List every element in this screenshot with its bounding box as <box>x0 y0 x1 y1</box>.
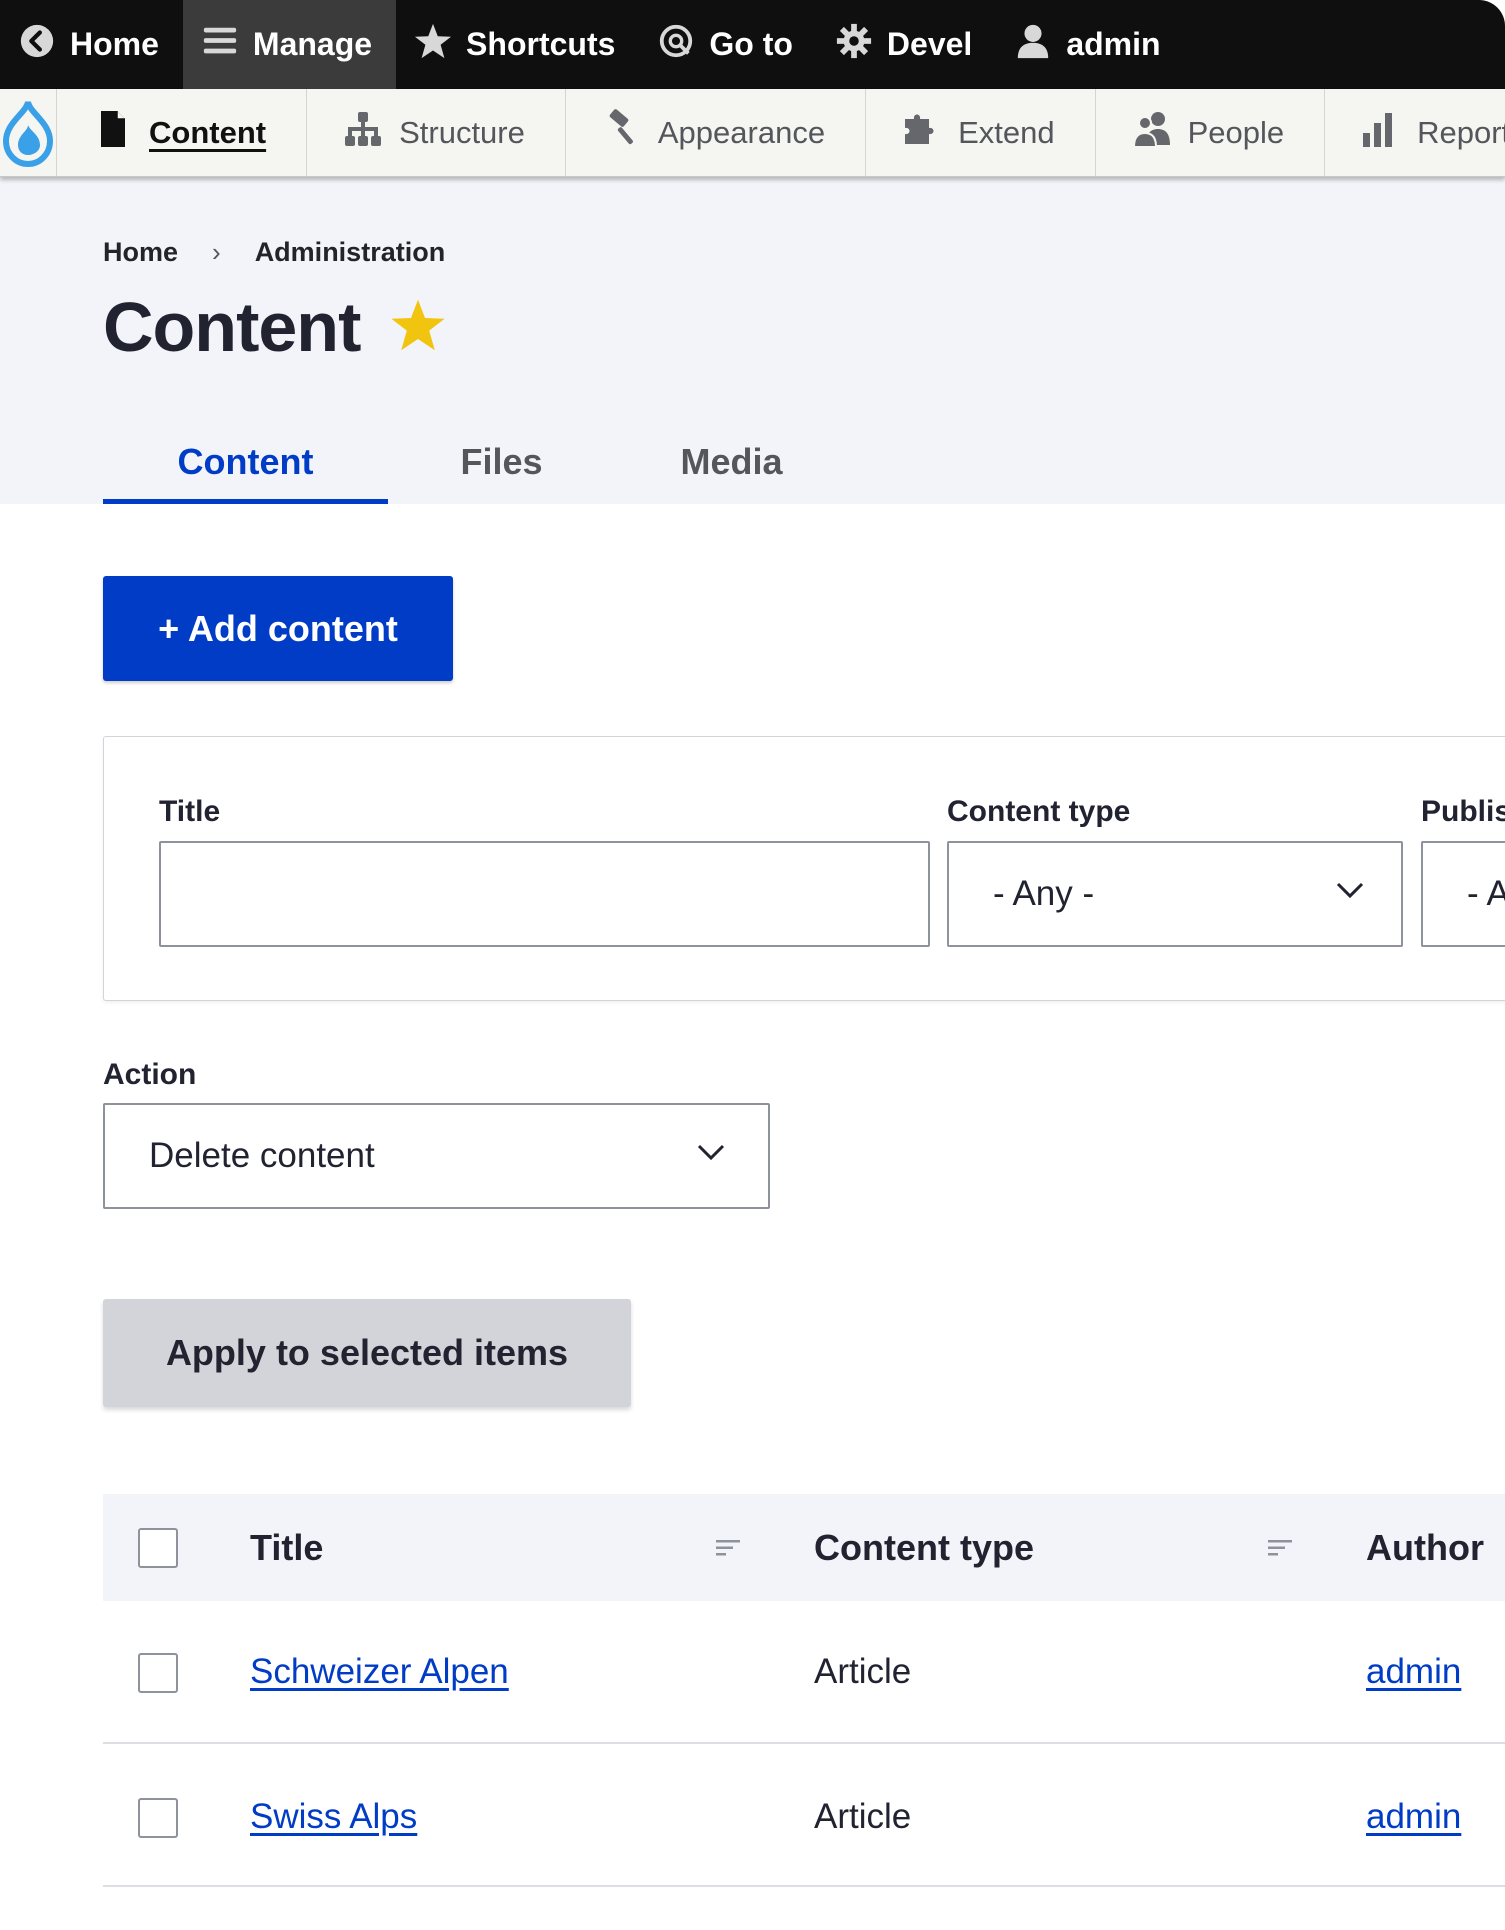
star-icon <box>414 22 452 68</box>
column-header-title[interactable]: Title <box>250 1527 323 1569</box>
breadcrumb-separator: › <box>212 237 221 267</box>
bar-chart-icon <box>1361 109 1401 157</box>
shortcut-star-icon[interactable] <box>390 297 446 358</box>
row-content-type: Article <box>814 1652 912 1691</box>
filter-title-label: Title <box>159 795 221 828</box>
tray-item-extend-label: Extend <box>958 114 1055 150</box>
back-circle-icon <box>18 22 56 68</box>
action-select-value: Delete content <box>149 1136 375 1175</box>
tray-item-appearance-label: Appearance <box>657 114 826 150</box>
tray-item-people-label: People <box>1187 114 1285 150</box>
sort-content-type-icon[interactable] <box>1267 1535 1293 1566</box>
chevron-down-icon <box>1333 873 1367 916</box>
row-content-type: Article <box>814 1797 912 1836</box>
toolbar-home-label: Home <box>70 26 159 62</box>
sort-title-icon[interactable] <box>715 1535 741 1566</box>
hamburger-menu-icon <box>201 22 239 68</box>
puzzle-icon <box>902 109 942 157</box>
tray-item-content[interactable]: Content <box>57 89 308 176</box>
row-author-link[interactable]: admin <box>1366 1652 1461 1691</box>
add-content-button[interactable]: + Add content <box>103 576 453 681</box>
gear-icon <box>835 22 873 68</box>
table-header-row: Title Content type Author <box>103 1494 1505 1601</box>
row-title-cell: Swiss Alps <box>250 1797 417 1837</box>
table-row: Swiss Alps Article admin <box>103 1744 1505 1887</box>
toolbar-devel-label: Devel <box>886 26 973 62</box>
filter-published-label: Publis <box>1421 795 1505 828</box>
user-icon <box>1014 22 1052 68</box>
row-author-cell: admin <box>1366 1652 1461 1692</box>
toolbar-manage[interactable]: Manage <box>182 0 397 89</box>
tray-item-reports-label: Reports <box>1417 114 1505 150</box>
people-icon <box>1132 109 1172 157</box>
table-row: Schweizer Alpen Article admin <box>103 1601 1505 1744</box>
breadcrumb-home[interactable]: Home <box>103 237 178 268</box>
row-author-cell: admin <box>1366 1797 1461 1837</box>
exposed-filters: Title Content type - Any - Publis - A <box>103 736 1505 1001</box>
filter-content-type-select[interactable]: - Any - <box>947 841 1403 947</box>
column-header-author[interactable]: Author <box>1366 1527 1484 1569</box>
tray-item-appearance[interactable]: Appearance <box>566 89 867 176</box>
tab-media[interactable]: Media <box>615 420 848 504</box>
page-header: Home › Administration Content Content Fi… <box>0 177 1505 504</box>
toolbar-devel[interactable]: Devel <box>817 0 996 89</box>
page-title-row: Content <box>103 287 446 367</box>
filter-published-value: - A <box>1467 874 1505 913</box>
tab-content[interactable]: Content <box>103 420 388 504</box>
page-title: Content <box>103 288 361 366</box>
admin-tray: Content Structure Appearance Extend Peop… <box>0 89 1505 177</box>
row-checkbox[interactable] <box>138 1653 178 1693</box>
action-label: Action <box>103 1058 197 1091</box>
row-author-link[interactable]: admin <box>1366 1797 1461 1836</box>
row-title-link[interactable]: Swiss Alps <box>250 1797 417 1836</box>
breadcrumb: Home › Administration <box>103 237 445 268</box>
toolbar-user-label: admin <box>1066 26 1161 62</box>
apply-to-selected-button[interactable]: Apply to selected items <box>103 1299 631 1407</box>
paint-roller-icon <box>602 108 642 157</box>
document-icon <box>93 109 133 157</box>
filter-content-type-label: Content type <box>947 795 1131 828</box>
column-header-content-type[interactable]: Content type <box>814 1527 1034 1569</box>
action-select[interactable]: Delete content <box>103 1103 770 1209</box>
toolbar-manage-label: Manage <box>252 26 373 62</box>
sitemap-icon <box>343 109 383 157</box>
toolbar-shortcuts[interactable]: Shortcuts <box>396 0 639 89</box>
filter-published-select[interactable]: - A <box>1421 841 1505 947</box>
row-title-cell: Schweizer Alpen <box>250 1652 509 1692</box>
toolbar-user[interactable]: admin <box>996 0 1184 89</box>
primary-tabs: Content Files Media <box>103 420 848 504</box>
filter-title-input[interactable] <box>159 841 930 947</box>
chevron-down-icon <box>694 1135 728 1178</box>
breadcrumb-administration[interactable]: Administration <box>255 237 446 268</box>
tray-item-structure[interactable]: Structure <box>307 89 566 176</box>
drupal-logo-icon[interactable] <box>0 89 57 176</box>
select-all-checkbox[interactable] <box>138 1528 178 1568</box>
search-icon <box>657 22 695 68</box>
tray-item-extend[interactable]: Extend <box>866 89 1096 176</box>
tray-item-content-label: Content <box>149 114 267 150</box>
tray-item-structure-label: Structure <box>399 114 525 150</box>
toolbar-goto-label: Go to <box>709 26 793 62</box>
tray-item-reports[interactable]: Reports <box>1325 89 1505 176</box>
toolbar-home[interactable]: Home <box>0 0 183 89</box>
toolbar-shortcuts-label: Shortcuts <box>466 26 616 62</box>
toolbar-goto[interactable]: Go to <box>639 0 817 89</box>
admin-toolbar: Home Manage Shortcuts Go to Devel admin <box>0 0 1505 89</box>
tab-files[interactable]: Files <box>388 420 615 504</box>
row-checkbox[interactable] <box>138 1798 178 1838</box>
tray-item-people[interactable]: People <box>1096 89 1326 176</box>
filter-content-type-value: - Any - <box>993 874 1095 913</box>
row-title-link[interactable]: Schweizer Alpen <box>250 1652 509 1691</box>
